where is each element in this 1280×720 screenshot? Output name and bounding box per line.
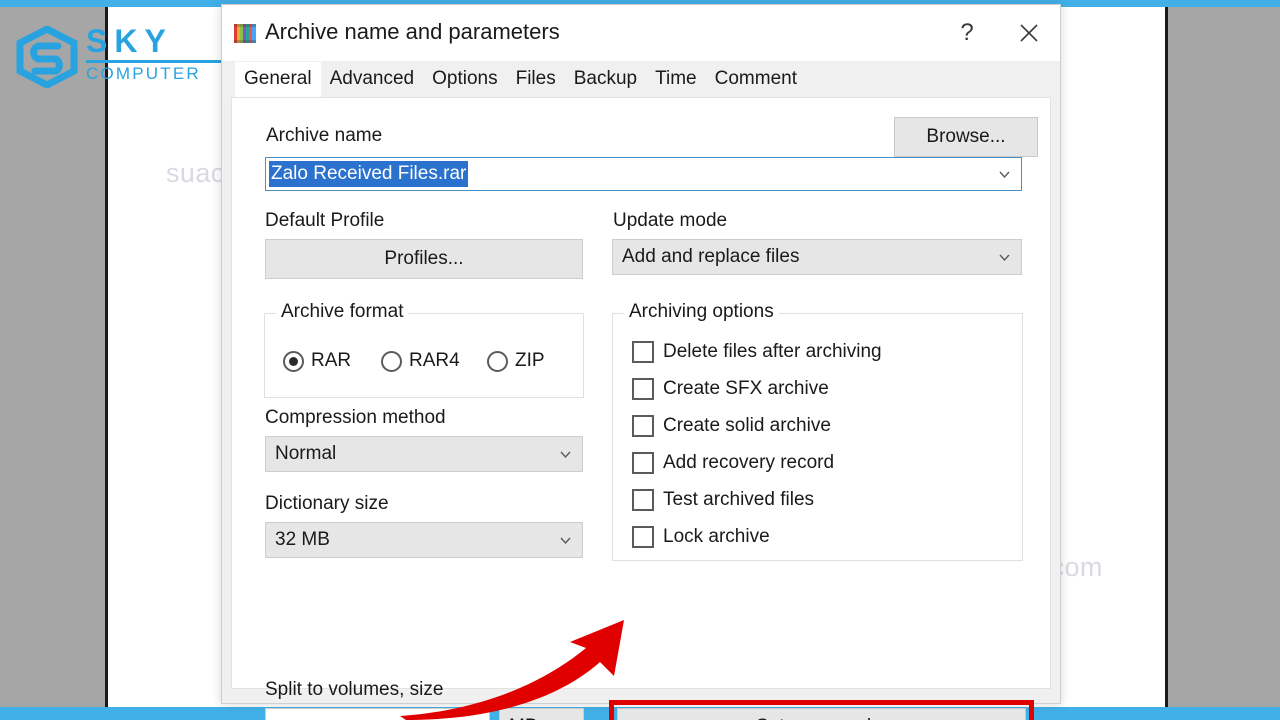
checkbox-delete-files-after-archiving[interactable]: Delete files after archiving xyxy=(632,341,882,363)
checkbox-indicator xyxy=(632,489,654,511)
tab-time[interactable]: Time xyxy=(646,62,706,98)
split-volumes-label: Split to volumes, size xyxy=(265,679,444,700)
radio-rar4-label: RAR4 xyxy=(409,350,460,371)
sky-hexagon-icon xyxy=(16,26,78,88)
archive-format-label: Archive format xyxy=(276,301,409,323)
chevron-down-icon[interactable] xyxy=(548,437,582,471)
screenshot-root: SKY COMPUTER suachuamaytinhdanang.com su… xyxy=(0,0,1280,720)
archive-parameters-dialog: Archive name and parameters ? General Ad… xyxy=(221,4,1061,720)
general-tab-panel: Archive name Browse... Zalo Received Fil… xyxy=(231,97,1051,720)
checkbox-label: Create SFX archive xyxy=(663,378,829,399)
help-button[interactable]: ? xyxy=(936,5,998,61)
tab-general[interactable]: General xyxy=(235,62,321,98)
tab-options[interactable]: Options xyxy=(423,62,506,98)
close-icon[interactable] xyxy=(998,5,1060,61)
checkbox-label: Delete files after archiving xyxy=(663,341,882,362)
tab-advanced[interactable]: Advanced xyxy=(321,62,424,98)
tab-backup[interactable]: Backup xyxy=(565,62,646,98)
chevron-down-icon[interactable] xyxy=(455,709,489,720)
checkbox-create-sfx-archive[interactable]: Create SFX archive xyxy=(632,378,829,400)
tab-files[interactable]: Files xyxy=(507,62,565,98)
checkbox-indicator xyxy=(632,526,654,548)
checkbox-label: Add recovery record xyxy=(663,452,835,473)
archive-name-value: Zalo Received Files.rar xyxy=(269,161,469,187)
split-volumes-unit-value: MB xyxy=(509,716,538,720)
compression-method-label: Compression method xyxy=(265,407,446,428)
split-volumes-input[interactable] xyxy=(265,708,490,720)
chevron-down-icon[interactable] xyxy=(555,709,583,720)
archive-name-label: Archive name xyxy=(266,125,383,146)
logo-secondary-text: COMPUTER xyxy=(86,64,201,83)
checkbox-create-solid-archive[interactable]: Create solid archive xyxy=(632,415,831,437)
checkbox-test-archived-files[interactable]: Test archived files xyxy=(632,489,814,511)
winrar-books-icon xyxy=(233,21,258,46)
checkbox-label: Create solid archive xyxy=(663,415,831,436)
archiving-options-label: Archiving options xyxy=(624,301,779,323)
browse-button[interactable]: Browse... xyxy=(894,117,1038,157)
radio-zip-label: ZIP xyxy=(515,350,545,371)
update-mode-value: Add and replace files xyxy=(622,246,800,267)
checkbox-indicator xyxy=(632,415,654,437)
compression-method-select[interactable]: Normal xyxy=(265,436,583,472)
archiving-options-group: Archiving options Delete files after arc… xyxy=(612,301,1023,561)
checkbox-label: Test archived files xyxy=(663,489,815,510)
checkbox-lock-archive[interactable]: Lock archive xyxy=(632,526,770,548)
radio-rar4[interactable]: RAR4 xyxy=(381,350,460,372)
compression-method-value: Normal xyxy=(275,443,337,464)
profiles-button[interactable]: Profiles... xyxy=(265,239,583,279)
chevron-down-icon[interactable] xyxy=(548,523,582,557)
dictionary-size-label: Dictionary size xyxy=(265,493,389,514)
radio-rar-label: RAR xyxy=(311,350,352,371)
radio-zip[interactable]: ZIP xyxy=(487,350,545,372)
archive-format-group: Archive format RAR RAR4 ZIP xyxy=(264,301,584,398)
dictionary-size-value: 32 MB xyxy=(275,529,330,550)
tab-bar: General Advanced Options Files Backup Ti… xyxy=(222,62,1060,98)
radio-rar[interactable]: RAR xyxy=(283,350,351,372)
archive-name-input[interactable]: Zalo Received Files.rar xyxy=(265,157,1022,191)
tab-comment[interactable]: Comment xyxy=(706,62,806,98)
dialog-title-bar: Archive name and parameters ? xyxy=(222,5,1060,62)
checkbox-indicator xyxy=(632,341,654,363)
sky-computer-logo: SKY COMPUTER xyxy=(14,18,231,98)
radio-rar-indicator xyxy=(283,350,304,372)
radio-rar4-indicator xyxy=(381,350,402,372)
default-profile-label: Default Profile xyxy=(265,210,385,231)
chevron-down-icon[interactable] xyxy=(987,240,1021,274)
dialog-title: Archive name and parameters xyxy=(265,19,560,44)
checkbox-add-recovery-record[interactable]: Add recovery record xyxy=(632,452,834,474)
logo-divider xyxy=(86,60,231,63)
checkbox-indicator xyxy=(632,452,654,474)
radio-zip-indicator xyxy=(487,350,508,372)
update-mode-label: Update mode xyxy=(613,210,728,231)
split-volumes-unit-select[interactable]: MB xyxy=(499,708,584,720)
dictionary-size-select[interactable]: 32 MB xyxy=(265,522,583,558)
checkbox-label: Lock archive xyxy=(663,526,770,547)
logo-primary-text: SKY xyxy=(86,23,173,59)
update-mode-select[interactable]: Add and replace files xyxy=(612,239,1022,275)
set-password-button[interactable]: Set password... xyxy=(617,708,1026,720)
checkbox-indicator xyxy=(632,378,654,400)
chevron-down-icon[interactable] xyxy=(987,158,1021,190)
